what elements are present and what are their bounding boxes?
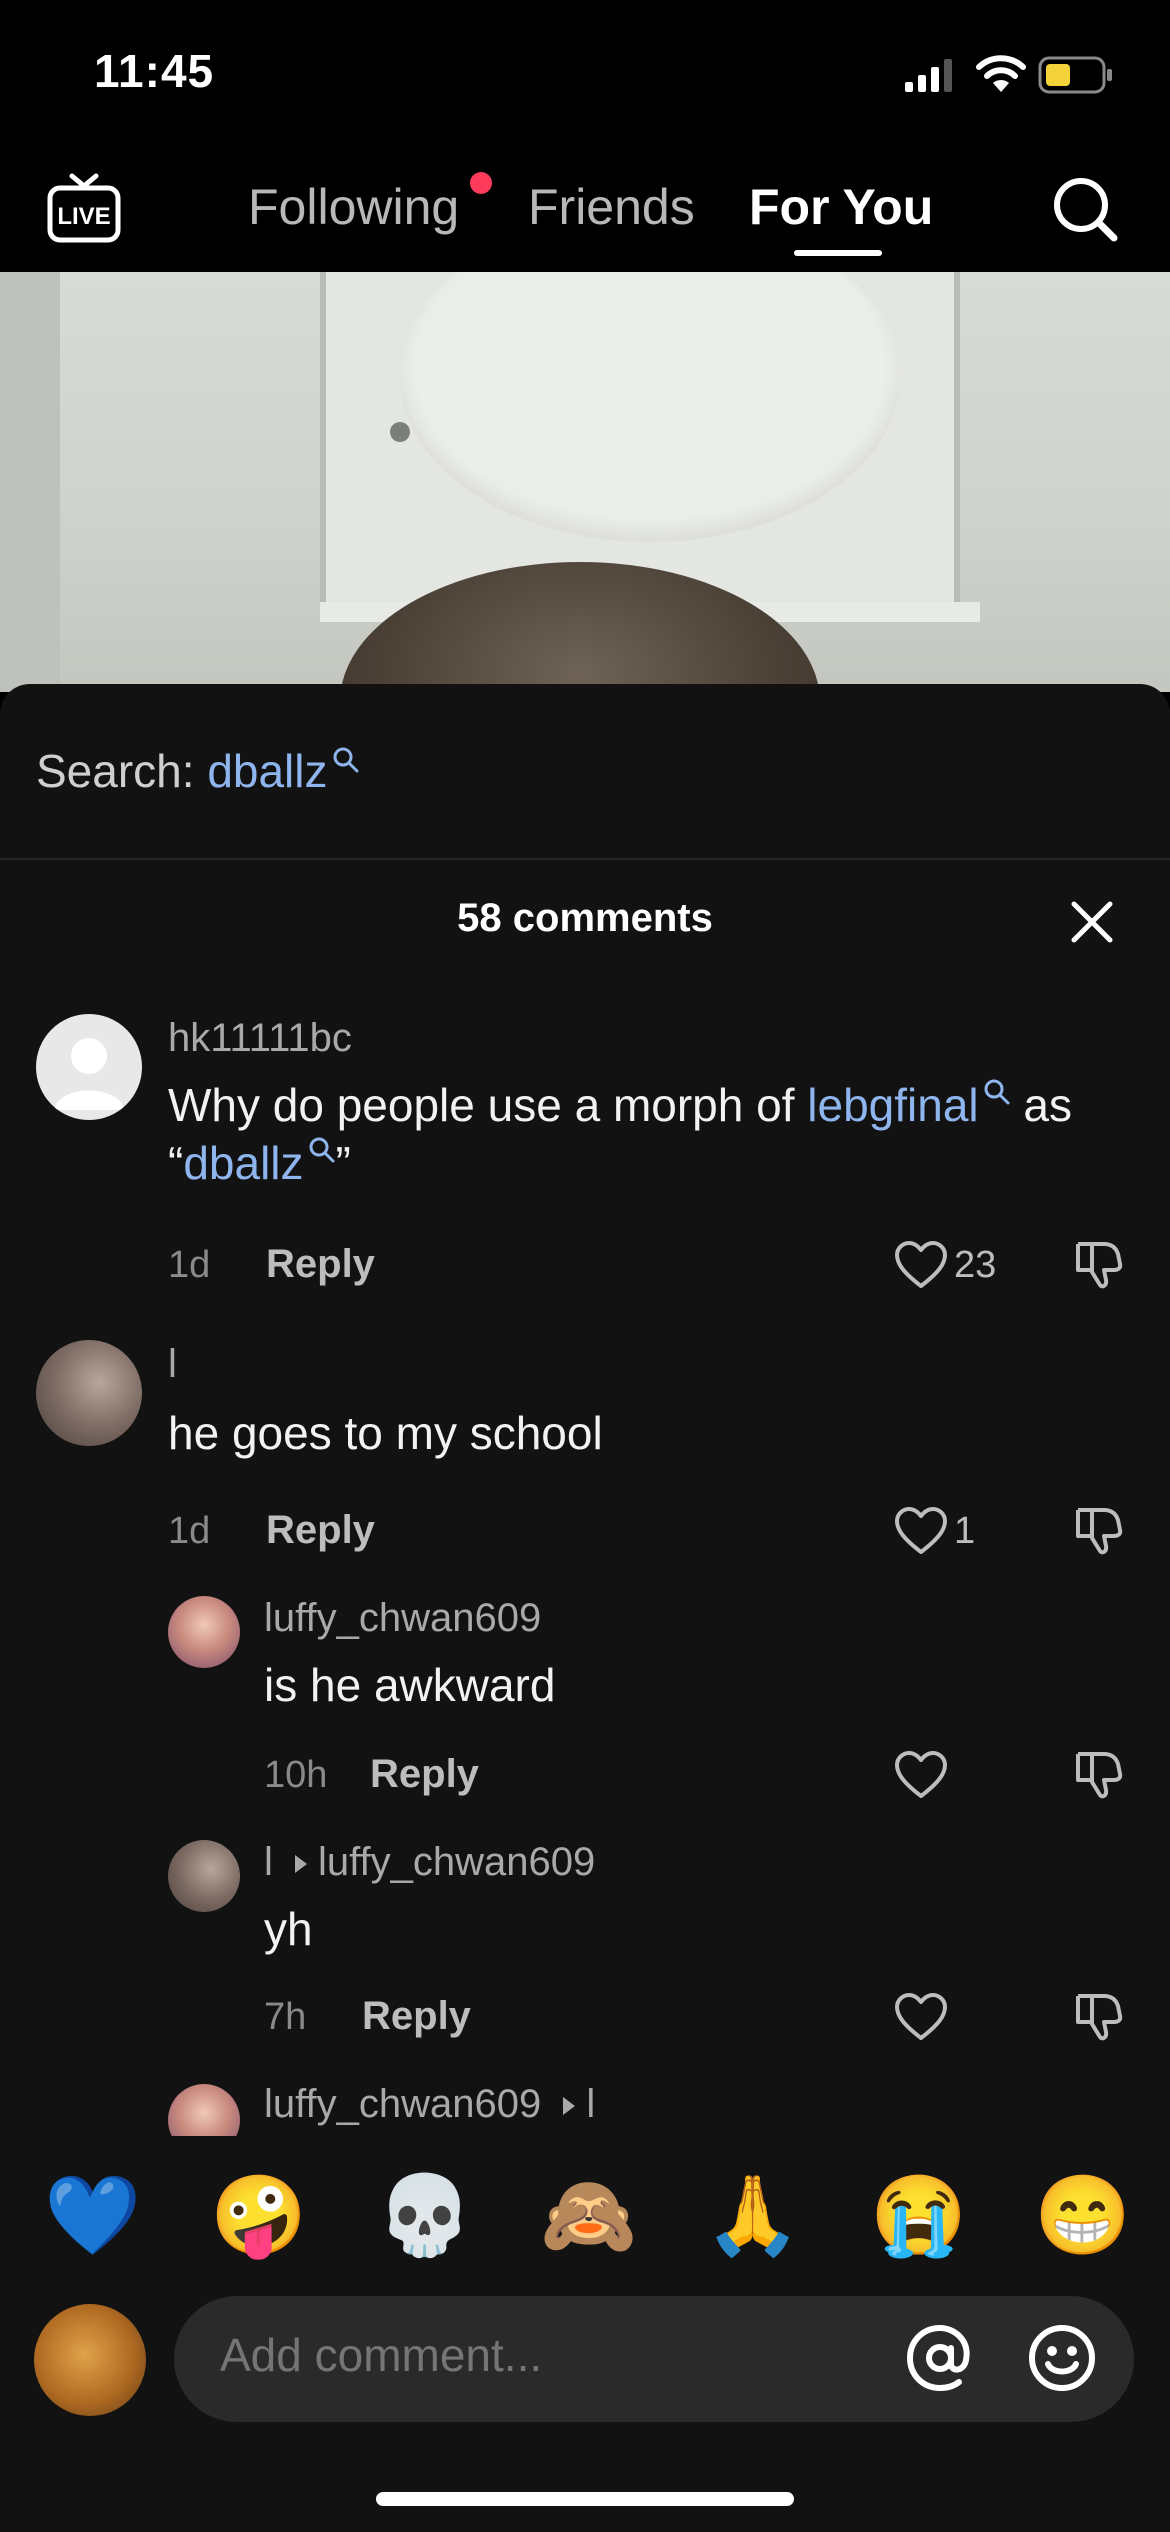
emoji-quick-bar: 💙 🤪 💀 🙈 🙏 😭 😁 [0,2166,1170,2276]
emoji-beaming-face[interactable]: 😁 [1034,2170,1131,2260]
comment-text-part: ” [335,1137,351,1189]
avatar[interactable] [168,1840,240,1912]
search-icon [309,1137,335,1163]
reply-partial: luffy_chwan609 l [0,2074,1170,2136]
comment-username[interactable]: hk11111bc [168,1016,352,1061]
emoji-picker-icon[interactable] [1026,2322,1098,2394]
comment-username[interactable]: l [168,1342,177,1387]
search-icon [984,1079,1010,1105]
dislike-icon[interactable] [1072,1238,1126,1292]
comment-time: 10h [264,1754,328,1796]
comment-time: 1d [168,1244,211,1286]
search-term[interactable]: dballz [207,745,327,797]
reply-author[interactable]: l [264,1840,273,1884]
active-tab-indicator [794,250,882,256]
tab-following[interactable]: Following [248,178,459,236]
avatar[interactable] [168,2084,240,2136]
dislike-icon[interactable] [1072,1504,1126,1558]
top-nav: LIVE Following Friends For You [0,140,1170,272]
avatar[interactable] [168,1596,240,1668]
search-prefix: Search: [36,745,195,797]
dislike-icon[interactable] [1072,1748,1126,1802]
cellular-signal-icon [905,59,952,92]
search-suggestion[interactable]: Search: dballz [36,744,360,798]
emoji-loudly-crying[interactable]: 😭 [870,2170,967,2260]
comment-text-part: “ [168,1137,184,1189]
search-icon[interactable] [1050,174,1120,244]
close-icon[interactable] [1066,896,1118,948]
home-indicator [376,2492,794,2506]
reply-button[interactable]: Reply [266,1242,375,1287]
comment-text-part: as [1010,1079,1072,1131]
reply-target[interactable]: l [586,2082,595,2126]
comment-text: is he awkward [264,1659,556,1711]
comment-time: 1d [168,1510,211,1552]
reply-arrow-icon [563,2097,576,2115]
live-icon[interactable]: LIVE [46,170,122,246]
wifi-icon [976,55,1026,92]
battery-icon [1038,56,1112,94]
comment-text: he goes to my school [168,1407,603,1459]
comment-time: 7h [264,1996,307,2038]
heart-icon[interactable] [894,1506,948,1556]
reply-button[interactable]: Reply [370,1752,479,1797]
reply-button[interactable]: Reply [362,1994,471,2039]
comment-count: 58 comments [457,896,713,940]
comment-text-part: Why do people use a morph of [168,1079,808,1131]
reply-arrow-icon [295,1855,308,1873]
tab-for-you[interactable]: For You [749,178,933,236]
comment-input-field[interactable] [174,2296,1134,2422]
video-player[interactable] [0,272,1170,692]
heart-icon[interactable] [894,1750,948,1800]
heart-icon[interactable] [894,1992,948,2042]
comment-input[interactable] [220,2328,820,2382]
emoji-blue-heart[interactable]: 💙 [44,2170,141,2260]
search-link[interactable]: lebgfinal [807,1079,978,1131]
like-count: 23 [954,1244,997,1286]
status-bar: 11:45 [0,0,1170,140]
reply-target[interactable]: luffy_chwan609 [318,1840,595,1884]
comment-text: yh [264,1903,313,1955]
comment-username[interactable]: luffy_chwan609 [264,1596,541,1641]
emoji-see-no-evil-monkey[interactable]: 🙈 [540,2170,637,2260]
video-wall-panel [0,272,60,692]
divider [0,858,1170,860]
comment-text: Why do people use a morph of lebgfinal a… [168,1076,1128,1192]
tab-friends[interactable]: Friends [528,178,695,236]
comment-username: luffy_chwan609 l [264,2082,595,2127]
search-link[interactable]: dballz [183,1137,303,1189]
emoji-folded-hands[interactable]: 🙏 [704,2170,801,2260]
my-avatar[interactable] [34,2304,146,2416]
search-icon [333,747,359,773]
heart-icon[interactable] [894,1240,948,1290]
reply-button[interactable]: Reply [266,1508,375,1553]
notification-dot [470,172,492,194]
emoji-skull[interactable]: 💀 [376,2170,473,2260]
dislike-icon[interactable] [1072,1990,1126,2044]
comment-username: l luffy_chwan609 [264,1840,595,1885]
video-knob [390,422,410,442]
avatar[interactable] [36,1014,142,1120]
mention-icon[interactable] [904,2322,976,2394]
like-count: 1 [954,1510,976,1552]
status-time: 11:45 [94,45,215,97]
avatar[interactable] [36,1340,142,1446]
comment-input-row [0,2290,1170,2440]
emoji-zany-face[interactable]: 🤪 [210,2170,307,2260]
live-label: LIVE [57,203,110,230]
reply-author[interactable]: luffy_chwan609 [264,2082,541,2126]
default-avatar-icon [54,1038,124,1110]
